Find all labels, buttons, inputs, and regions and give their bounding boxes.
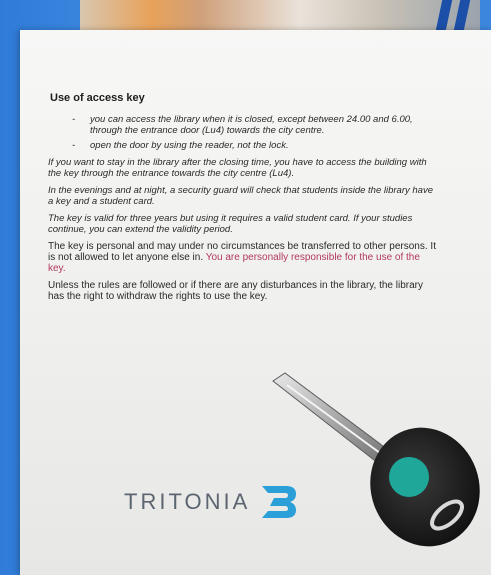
bullet-dash: - bbox=[72, 140, 76, 151]
personal-paragraph: The key is personal and may under no cir… bbox=[48, 241, 438, 274]
rule-bullet: - you can access the library when it is … bbox=[72, 114, 438, 136]
instruction-document: Use of access key - you can access the l… bbox=[38, 92, 438, 302]
bullet-text: open the door by using the reader, not t… bbox=[90, 140, 289, 151]
paragraph: The key is valid for three years but usi… bbox=[48, 213, 413, 235]
paragraph: If you want to stay in the library after… bbox=[48, 157, 427, 179]
access-key-fob-icon bbox=[272, 372, 480, 547]
bullet-dash: - bbox=[72, 114, 76, 125]
brand-name: TRITONIA bbox=[124, 489, 251, 514]
tritonia-logo-icon bbox=[262, 486, 296, 518]
paragraph: In the evenings and at night, a security… bbox=[48, 185, 433, 207]
document-title: Use of access key bbox=[50, 92, 145, 104]
withdraw-paragraph: Unless the rules are followed or if ther… bbox=[48, 280, 423, 302]
bullet-text: you can access the library when it is cl… bbox=[90, 114, 413, 136]
rule-bullet: - open the door by using the reader, not… bbox=[72, 140, 438, 151]
plastic-bag-object bbox=[80, 0, 480, 34]
